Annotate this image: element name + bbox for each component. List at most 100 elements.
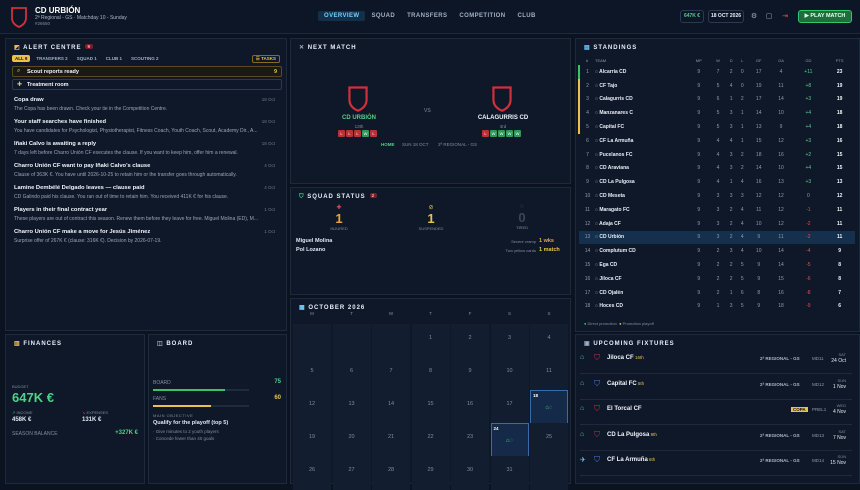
fans-bar (153, 405, 249, 407)
nav-club[interactable]: CLUB (511, 11, 541, 21)
calendar-day[interactable]: 11 (530, 357, 568, 391)
standings-row[interactable]: 18 ◌ Hoces CD 9 1 3 5 9 18 -9 6 (579, 300, 855, 314)
window-icon[interactable]: ▢ (763, 10, 775, 23)
calendar-day[interactable]: 9 (451, 357, 489, 391)
play-match-button[interactable]: ▶ PLAY MATCH (798, 10, 852, 23)
calendar-day[interactable]: 19 (293, 423, 331, 457)
calendar-day[interactable]: 21 (372, 423, 410, 457)
fixture-row[interactable]: ⌂ ⛉ Capital FC 5th 2ª REGIONAL - GS MD12 SUN 1… (580, 374, 852, 400)
calendar-day[interactable]: 15 (411, 390, 450, 424)
alert-item[interactable]: Iñaki Calvo is awaiting a reply 7 days le… (14, 141, 289, 156)
calendar-day[interactable]: 24 ⌂◌ (490, 423, 529, 457)
standings-row[interactable]: 5 ◌ Capital FC 9 5 3 1 13 9 +4 18 (578, 120, 855, 134)
standings-row[interactable]: 12 ◌ Adaja CF 9 3 2 4 10 12 -2 11 (579, 217, 855, 231)
tasks-button[interactable]: ☰ TASKS (251, 55, 280, 63)
treatment-room-row[interactable]: ✚ Treatment room (12, 79, 282, 90)
calendar-day[interactable]: 17 (490, 390, 529, 424)
alert-item[interactable]: Charro Unión CF make a move for Jesús Ji… (14, 229, 289, 244)
form-result: L (346, 130, 353, 137)
calendar-day[interactable]: 30 (451, 456, 489, 490)
standings-row[interactable]: 16 ◌ Jiloca CF 9 2 2 5 9 15 -6 8 (579, 272, 855, 286)
calendar-day[interactable]: 31 (490, 456, 529, 490)
standings-cell: 11 (778, 82, 784, 89)
alert-item-title: Copa draw (14, 97, 44, 103)
standings-row[interactable]: 4 ◌ Manzanares C 9 5 3 1 14 10 +4 18 (578, 106, 855, 121)
calendar-day[interactable]: 4 (530, 324, 568, 358)
standings-row[interactable]: 2 ◌ CF Tajo 9 5 4 0 19 11 +8 19 (578, 78, 855, 93)
standings-cell: 8 (838, 262, 842, 269)
standings-row[interactable]: 10 ◌ CD Meseta 9 3 3 3 12 12 0 12 (579, 189, 855, 203)
tab-all[interactable]: ALL 9 (12, 55, 31, 62)
fixture-row[interactable]: ✈ ⛉ CF La Armuña 6th 2ª REGIONAL - GS MD14 SU… (580, 450, 852, 476)
settings-gear-icon[interactable]: ⚙ (748, 10, 760, 23)
standings-row[interactable]: 6 ◌ CF La Armuña 9 4 4 1 15 12 +3 16 (579, 134, 855, 148)
opponent-crest-icon: ⛉ (594, 353, 600, 362)
calendar-day[interactable]: 27 (332, 456, 371, 490)
calendar-day[interactable]: 2 (451, 324, 489, 358)
standings-row[interactable]: 17 ◌ CD Ojalén 9 2 1 6 8 16 -8 7 (579, 286, 855, 300)
standings-row[interactable]: 1 ◌ Alcarria CD 9 7 2 0 17 4 +11 23 (578, 65, 855, 79)
tab-transfers[interactable]: TRANSFERS 2 (33, 55, 70, 62)
standings-row[interactable]: 14 ◌ Complutum CD 9 2 3 4 10 14 -4 9 (579, 244, 855, 258)
standings-cell: -5 (806, 262, 811, 269)
calendar-day[interactable]: 20 (332, 423, 371, 457)
alert-item[interactable]: Lamine Dembélé Delgado leaves — clause p… (14, 185, 289, 200)
calendar-day[interactable]: 29 (411, 456, 450, 490)
finances-title-text: FINANCES (23, 341, 63, 347)
nav-transfers[interactable]: TRANSFERS (401, 11, 453, 21)
calendar-day[interactable]: 16 (451, 390, 489, 424)
fixture-row[interactable]: ⌂ ⛉ CD La Pulgosa 9th 2ª REGIONAL - GS MD13 S… (580, 425, 852, 451)
tab-squad[interactable]: SQUAD 1 (74, 55, 100, 62)
nav-competition[interactable]: COMPETITION (453, 11, 511, 21)
expenses-value: 131K € (82, 417, 102, 423)
tab-club[interactable]: CLUB 1 (103, 55, 125, 62)
calendar-day[interactable]: 22 (411, 423, 450, 457)
calendar-day[interactable]: 28 (372, 456, 410, 490)
standings-row[interactable]: 11 ◌ Maragato FC 9 3 2 4 11 12 -1 11 (579, 203, 855, 217)
calendar-day[interactable]: 1 (411, 324, 450, 358)
nav-overview[interactable]: OVERVIEW (318, 11, 366, 21)
calendar-day[interactable]: 23 (451, 423, 489, 457)
legend-playoff: Promotion playoff (622, 321, 654, 326)
calendar-day[interactable]: 10 (490, 357, 529, 391)
standings-row[interactable]: 7 ◌ Pucelanos FC 9 4 3 2 18 16 +2 15 (579, 148, 855, 162)
calendar-day[interactable]: 8 (411, 357, 450, 391)
alert-item[interactable]: Copa draw The Copa has been drawn. Check … (14, 97, 289, 112)
standings-cell: +4 (805, 110, 812, 117)
medical-icon: ✚ (17, 82, 23, 88)
standings-row[interactable]: 15 ◌ Ega CD 9 2 2 5 9 14 -5 8 (579, 258, 855, 272)
injured-player-name[interactable]: Miguel Molina (296, 238, 332, 244)
calendar-day[interactable]: 18 ⌂◌ (530, 390, 568, 424)
injured-count: 1 (335, 211, 343, 226)
standings-row[interactable]: 9 ◌ CD La Pulgosa 9 4 1 4 16 13 +3 13 (579, 175, 855, 189)
calendar-day[interactable]: 25 (530, 423, 568, 457)
nav-squad[interactable]: SQUAD (365, 11, 401, 21)
calendar-day[interactable]: 5 (293, 357, 331, 391)
away-team-pos: 3rd (499, 124, 507, 129)
standings-row[interactable]: 3 ◌ Calagurris CD 9 6 1 2 17 14 +3 19 (578, 92, 855, 107)
opponent-crest-icon: ⛉ (594, 455, 600, 464)
logout-icon[interactable]: ⇥ (779, 10, 791, 23)
alert-item[interactable]: Your staff searches have finished You hav… (14, 119, 289, 134)
alert-item[interactable]: Players in their final contract year Thes… (14, 207, 289, 222)
match-venue: HOME (381, 142, 395, 147)
calendar-day[interactable]: 12 (293, 390, 331, 424)
calendar-day[interactable]: 26 (293, 456, 331, 490)
calendar-day[interactable]: 14 (372, 390, 410, 424)
standings-cell: -4 (806, 248, 811, 255)
standings-row[interactable]: 13 ◌ CD Urbión 9 3 2 4 9 11 -2 11 (579, 230, 855, 245)
fixture-row[interactable]: ⌂ ⛉ Jiloca CF 16th 2ª REGIONAL - GS MD11 SAT 2… (580, 348, 852, 374)
calendar-day[interactable]: 13 (332, 390, 371, 424)
standings-cell: 9 (687, 230, 711, 245)
calendar-day[interactable]: 6 (332, 357, 371, 391)
calendar-day[interactable]: 3 (490, 324, 529, 358)
calendar-day[interactable]: 7 (372, 357, 410, 391)
fixture-row[interactable]: ⌂ ⛉ El Torcal CF COPA PREL1 WED 4 Nov (580, 399, 852, 425)
tab-scouting[interactable]: SCOUTING 2 (128, 55, 162, 62)
scout-reports-row[interactable]: ⌕ Scout reports ready 9 (12, 66, 282, 77)
suspended-player-name[interactable]: Pol Lozano (296, 247, 325, 253)
alert-item[interactable]: Charro Unión CF want to pay Iñaki Calvo'… (14, 163, 289, 178)
standings-row[interactable]: 8 ◌ CD Araviana 9 4 3 2 14 10 +4 15 (579, 162, 855, 176)
budget-pill[interactable]: 647K € (680, 10, 704, 23)
date-pill[interactable]: 18 OCT 2026 (708, 10, 744, 23)
